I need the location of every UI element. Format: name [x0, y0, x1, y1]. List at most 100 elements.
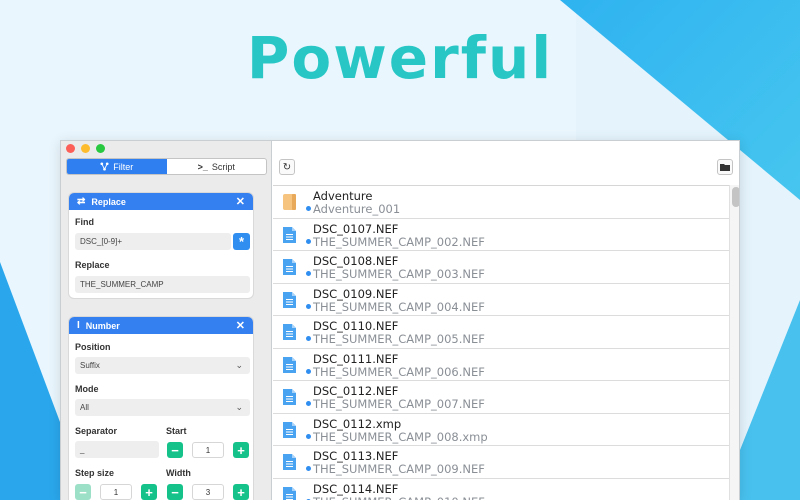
file-row[interactable]: DSC_0109.NEF THE_SUMMER_CAMP_004.NEF — [273, 284, 729, 316]
find-input[interactable]: DSC_[0-9]+ — [75, 233, 231, 250]
new-file-name: THE_SUMMER_CAMP_002.NEF — [313, 234, 485, 249]
step-value[interactable]: 1 — [100, 484, 132, 500]
changed-indicator — [306, 401, 311, 406]
width-increment-button[interactable]: + — [233, 484, 249, 500]
sidebar: Filter >_ Script ⇄ Replace ✕ Find DSC_[0… — [61, 141, 272, 500]
folder-icon — [283, 194, 296, 210]
mode-select[interactable]: All ⌄ — [75, 399, 250, 416]
position-value: Suffix — [80, 361, 100, 370]
document-icon — [283, 324, 296, 340]
close-window-button[interactable] — [66, 144, 75, 153]
folder-icon — [720, 164, 730, 171]
changed-indicator — [306, 271, 311, 276]
file-row[interactable]: DSC_0113.NEF THE_SUMMER_CAMP_009.NEF — [273, 446, 729, 479]
replace-label: Replace — [75, 260, 110, 270]
file-row[interactable]: DSC_0108.NEF THE_SUMMER_CAMP_003.NEF — [273, 251, 729, 284]
replace-input[interactable]: THE_SUMMER_CAMP — [75, 276, 250, 293]
file-row[interactable]: DSC_0112.xmp THE_SUMMER_CAMP_008.xmp — [273, 414, 729, 446]
changed-indicator — [306, 466, 311, 471]
document-icon — [283, 226, 296, 243]
regex-toggle-button[interactable]: * — [233, 233, 250, 250]
hero-title: Powerful — [246, 24, 554, 92]
replace-panel-header: ⇄ Replace ✕ — [69, 193, 253, 210]
refresh-icon: ↻ — [282, 161, 292, 173]
window-controls — [66, 144, 105, 153]
file-row[interactable]: Adventure Adventure_001 — [273, 186, 729, 219]
file-list: Adventure Adventure_001 DSC_0107.NEF THE_SU… — [273, 185, 729, 500]
original-file-name: Adventure — [313, 189, 373, 203]
original-file-name: DSC_0109.NEF — [313, 286, 399, 301]
cursor-icon: I — [77, 320, 80, 331]
step-size-label: Step size — [75, 468, 115, 478]
original-file-name: DSC_0111.NEF — [313, 351, 399, 366]
chevron-down-icon: ⌄ — [235, 360, 243, 370]
tab-filter-label: Filter — [113, 161, 134, 172]
original-file-name: DSC_0113.NEF — [313, 449, 399, 463]
vertical-scrollbar[interactable] — [729, 185, 739, 500]
find-value: DSC_[0-9]+ — [80, 237, 123, 246]
changed-indicator — [306, 206, 311, 211]
changed-indicator — [306, 238, 311, 244]
separator-label: Separator — [75, 426, 118, 436]
step-decrement-button[interactable]: − — [75, 484, 91, 500]
tab-script-label: Script — [211, 161, 235, 172]
branch-icon — [100, 162, 109, 171]
number-panel-title: Number — [85, 320, 120, 331]
start-label: Start — [166, 426, 187, 436]
new-file-name: THE_SUMMER_CAMP_003.NEF — [313, 267, 485, 281]
start-decrement-button[interactable]: − — [167, 442, 183, 458]
file-row[interactable]: DSC_0112.NEF THE_SUMMER_CAMP_007.NEF — [273, 381, 729, 414]
document-icon — [283, 421, 296, 438]
position-label: Position — [75, 342, 111, 352]
number-panel: I Number ✕ Position Suffix ⌄ Mode All ⌄ … — [68, 316, 254, 500]
original-file-name: DSC_0108.NEF — [313, 254, 399, 268]
new-file-name: THE_SUMMER_CAMP_005.NEF — [313, 332, 485, 346]
original-file-name: DSC_0112.xmp — [313, 416, 402, 431]
start-value[interactable]: 1 — [192, 442, 224, 458]
file-row[interactable]: DSC_0114.NEFTHE_SUMMER_CAMP_010.NEF — [273, 479, 729, 500]
tab-filter[interactable]: Filter — [67, 159, 167, 174]
step-increment-button[interactable]: + — [141, 484, 157, 500]
changed-indicator — [306, 303, 311, 309]
zoom-window-button[interactable] — [96, 144, 105, 153]
new-file-name: THE_SUMMER_CAMP_008.xmp — [313, 429, 488, 444]
new-file-name: THE_SUMMER_CAMP_004.NEF — [313, 299, 485, 314]
new-file-name: Adventure_001 — [313, 202, 401, 216]
replace-panel-title: Replace — [91, 196, 126, 207]
number-panel-header: I Number ✕ — [69, 317, 253, 334]
swap-icon: ⇄ — [77, 196, 86, 207]
scrollbar-thumb[interactable] — [732, 187, 739, 207]
file-row[interactable]: DSC_0110.NEF THE_SUMMER_CAMP_005.NEF — [273, 316, 729, 349]
document-icon — [283, 486, 296, 500]
file-list-pane: ↻ Adventure Adventure_001 DSC_0107.NEF THE_… — [273, 141, 739, 500]
original-file-name: DSC_0110.NEF — [313, 319, 399, 333]
file-row[interactable]: DSC_0107.NEF THE_SUMMER_CAMP_002.NEF — [273, 219, 729, 251]
document-icon — [283, 291, 296, 308]
width-decrement-button[interactable]: − — [167, 484, 183, 500]
refresh-button[interactable]: ↻ — [279, 159, 295, 175]
document-icon — [283, 454, 296, 470]
position-select[interactable]: Suffix ⌄ — [75, 357, 250, 374]
close-icon[interactable]: ✕ — [236, 195, 245, 208]
terminal-icon: >_ — [197, 161, 208, 172]
changed-indicator — [306, 368, 311, 374]
original-file-name: DSC_0112.NEF — [313, 384, 399, 398]
find-label: Find — [75, 217, 94, 227]
minimize-window-button[interactable] — [81, 144, 90, 153]
close-icon[interactable]: ✕ — [236, 319, 245, 332]
new-file-name: THE_SUMMER_CAMP_009.NEF — [313, 462, 485, 476]
document-icon — [283, 259, 296, 275]
width-value[interactable]: 3 — [192, 484, 224, 500]
separator-value: _ — [80, 445, 85, 454]
tab-script[interactable]: >_ Script — [167, 159, 267, 174]
open-folder-button[interactable] — [717, 159, 733, 175]
replace-value: THE_SUMMER_CAMP — [80, 280, 164, 289]
start-increment-button[interactable]: + — [233, 442, 249, 458]
original-file-name: DSC_0114.NEF — [313, 481, 399, 496]
changed-indicator — [306, 336, 311, 341]
separator-input[interactable]: _ — [75, 441, 159, 458]
app-window: Filter >_ Script ⇄ Replace ✕ Find DSC_[0… — [60, 140, 740, 500]
new-file-name: THE_SUMMER_CAMP_010.NEF — [313, 495, 485, 500]
document-icon — [283, 356, 296, 373]
file-row[interactable]: DSC_0111.NEF THE_SUMMER_CAMP_006.NEF — [273, 349, 729, 381]
